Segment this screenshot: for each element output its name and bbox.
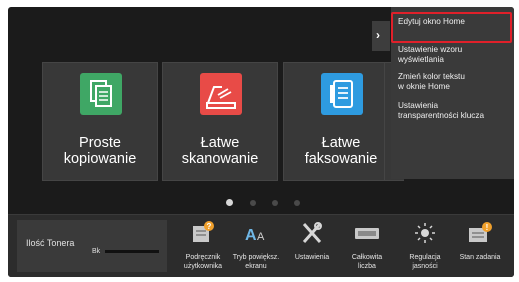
- text-magnify-button[interactable]: A A Tryb powiększ. ekranu: [225, 217, 287, 277]
- settings-tools-icon: [298, 220, 326, 246]
- menu-item-label: Edytuj okno Home: [398, 17, 465, 26]
- bottom-bar: Ilość Tonera Bk ? Podręcznik użytkownika…: [8, 214, 514, 277]
- counter-button[interactable]: Całkowita liczba: [336, 217, 398, 277]
- scanner-icon: [200, 73, 242, 115]
- action-panel-toggle[interactable]: ›: [372, 21, 390, 51]
- copy-icon: [80, 73, 122, 115]
- brightness-button[interactable]: Regulacja jasności: [394, 217, 456, 277]
- menu-item-key-transparency[interactable]: Ustawienia transparentności klucza: [398, 101, 510, 120]
- page-dot[interactable]: [250, 200, 256, 206]
- action-panel: Edytuj okno Home Ustawienie wzoru wyświe…: [391, 7, 514, 179]
- quick-button-label: Ustawienia: [294, 254, 330, 261]
- quick-button-label: Całkowita liczba: [351, 254, 383, 270]
- tile-label: Łatwe faksowanie: [304, 135, 378, 167]
- page-dot[interactable]: [294, 200, 300, 206]
- menu-item-text-color[interactable]: Zmień kolor tekstu w oknie Home: [398, 72, 510, 91]
- tile-label: Proste kopiowanie: [63, 135, 137, 167]
- toner-indicator: Ilość Tonera Bk: [17, 220, 167, 272]
- fax-icon: [321, 73, 363, 115]
- job-status-button[interactable]: ! Stan zadania: [449, 217, 511, 277]
- svg-text:?: ?: [207, 222, 212, 231]
- svg-text:A: A: [245, 227, 257, 244]
- menu-item-edit-home[interactable]: Edytuj okno Home: [391, 11, 514, 47]
- tile-easy-fax[interactable]: Łatwe faksowanie: [283, 62, 399, 181]
- tile-label: Łatwe skanowanie: [181, 135, 259, 167]
- job-status-icon: !: [466, 220, 494, 246]
- settings-button[interactable]: Ustawienia: [281, 217, 343, 277]
- menu-item-display-pattern[interactable]: Ustawienie wzoru wyświetlania: [398, 45, 510, 64]
- text-magnify-icon: A A: [242, 220, 270, 246]
- quick-button-label: Tryb powiększ. ekranu: [232, 254, 280, 270]
- tile-easy-copy[interactable]: Proste kopiowanie: [42, 62, 158, 181]
- counter-icon: [353, 220, 381, 246]
- page-dot[interactable]: [272, 200, 278, 206]
- svg-text:!: !: [486, 223, 489, 232]
- chevron-right-icon: ›: [376, 28, 380, 42]
- svg-text:A: A: [257, 231, 265, 243]
- tile-easy-scan[interactable]: Łatwe skanowanie: [162, 62, 278, 181]
- toner-label: Ilość Tonera: [26, 238, 75, 248]
- quick-button-label: Regulacja jasności: [409, 254, 441, 270]
- home-screen: Proste kopiowanie Łatwe skanowanie Łatwe…: [8, 7, 514, 277]
- page-dot-active[interactable]: [226, 199, 233, 206]
- brightness-icon: [411, 220, 439, 246]
- toner-color-label: Bk: [92, 248, 101, 255]
- toner-level-bar: [105, 250, 159, 253]
- quick-button-label: Stan zadania: [459, 254, 501, 261]
- user-manual-icon: ?: [189, 220, 217, 246]
